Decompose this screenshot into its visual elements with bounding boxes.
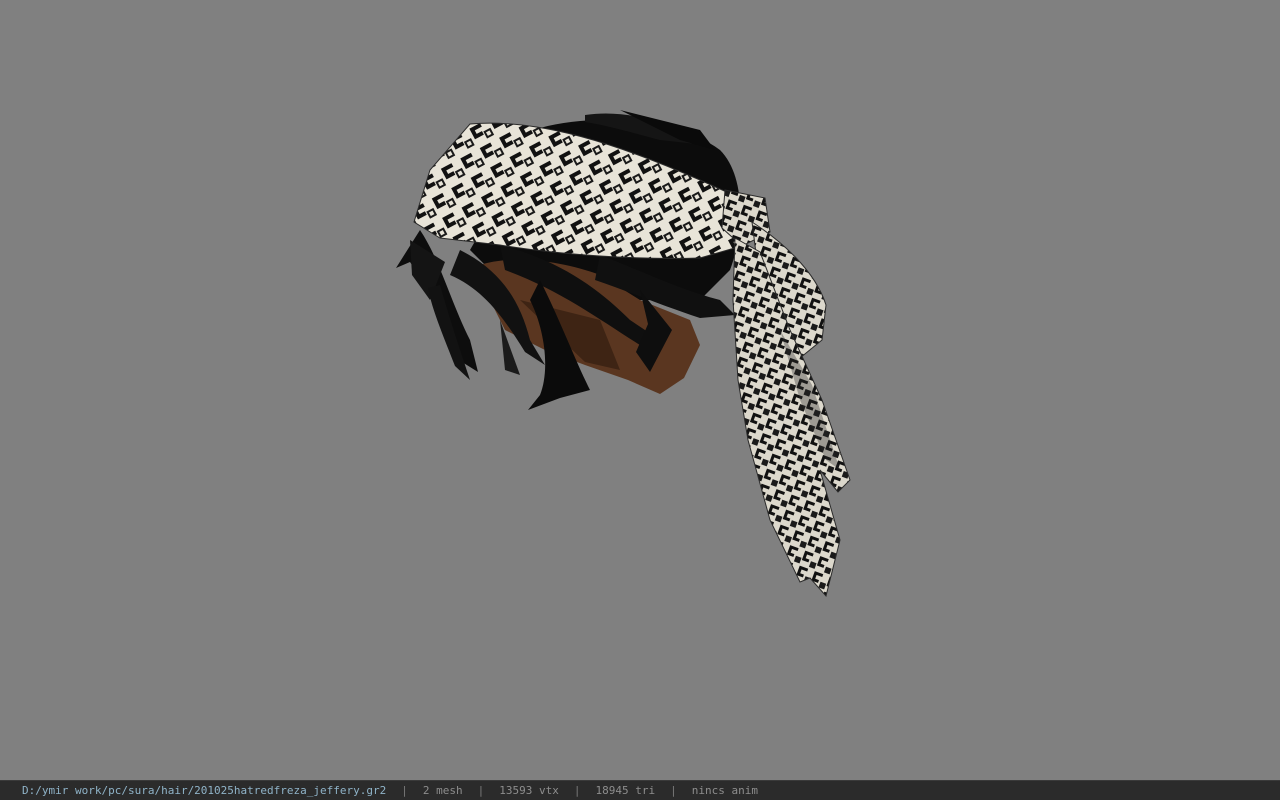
- model-render: [396, 110, 851, 598]
- 3d-viewport[interactable]: [0, 0, 1280, 780]
- file-path: D:/ymir work/pc/sura/hair/201025hatredfr…: [22, 784, 387, 797]
- triangle-count: 18945 tri: [595, 784, 656, 797]
- vertex-count: 13593 vtx: [499, 784, 559, 797]
- animation-status: nincs anim: [691, 784, 758, 797]
- status-separator: |: [477, 784, 485, 797]
- status-separator: |: [670, 784, 677, 797]
- status-bar: D:/ymir work/pc/sura/hair/201025hatredfr…: [0, 780, 1280, 800]
- mesh-count: 2 mesh: [422, 784, 463, 797]
- status-separator: |: [573, 784, 581, 797]
- status-separator: |: [401, 784, 408, 797]
